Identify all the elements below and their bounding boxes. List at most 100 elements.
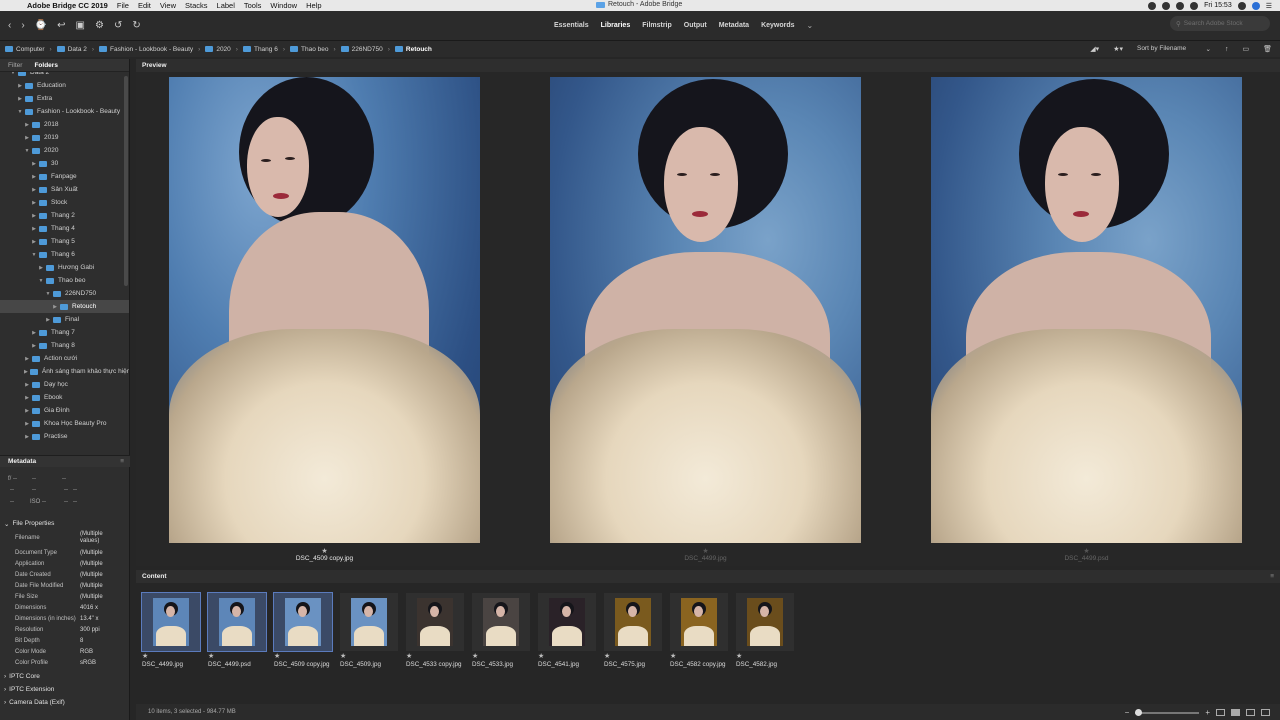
star-icon[interactable]: ★ [538,653,608,661]
folder-tree-item[interactable]: ▶ 2018 [0,118,129,131]
volume-icon[interactable] [1190,1,1199,10]
menu-item-view[interactable]: View [160,1,176,10]
zoom-in-icon[interactable]: + [1205,708,1210,717]
app-menu[interactable]: Adobe Bridge CC 2019 [27,1,108,10]
folder-tree-item[interactable]: ▶ Ebook [0,391,129,404]
chevron-right-icon[interactable]: ▶ [24,421,30,427]
boomerang-icon[interactable]: ↩ [57,20,65,31]
chevron-right-icon[interactable]: ▶ [24,382,30,388]
folder-tree-item[interactable]: ▶ Education [0,79,129,92]
folder-tree-item[interactable]: ▶ Hương Gabi [0,261,129,274]
star-icon[interactable]: ★ [604,653,674,661]
breadcrumb-item[interactable]: 226ND750 [340,46,383,53]
star-icon[interactable]: ★ [736,653,806,661]
breadcrumb-item[interactable]: Thao beo [290,46,328,53]
folder-tree-item[interactable]: ▶ Practise [0,430,129,443]
folder-tree-item[interactable]: ▼ 2020 [0,144,129,157]
content-thumbnail[interactable] [141,592,201,652]
folder-tree-item[interactable]: ▶ Retouch [0,300,129,313]
star-icon[interactable]: ★ [208,653,278,661]
chevron-right-icon[interactable]: ▶ [17,83,23,89]
workspace-tab-keywords[interactable]: Keywords [761,22,794,29]
sort-direction-icon[interactable]: ↑ [1225,46,1229,53]
chevron-right-icon[interactable]: ▶ [31,239,37,245]
bluetooth-icon[interactable] [1162,1,1171,10]
chevron-right-icon[interactable]: ▶ [24,135,30,141]
panel-menu-icon[interactable]: ≡ [1270,573,1274,580]
list-view-icon[interactable] [1261,709,1270,716]
menu-item-file[interactable]: File [117,1,129,10]
folder-tree-item[interactable]: ▶ Fanpage [0,170,129,183]
preview-image[interactable] [169,77,480,543]
chevron-right-icon[interactable]: ▶ [31,343,37,349]
star-icon[interactable]: ★ [340,653,410,661]
folder-tree-item[interactable]: ▶ Thang 5 [0,235,129,248]
workspace-tab-libraries[interactable]: Libraries [601,22,631,29]
folder-tree-item[interactable]: ▶ Thang 2 [0,209,129,222]
filter-stars-icon[interactable]: ★▾ [1113,45,1123,53]
chevron-right-icon[interactable]: ▶ [38,265,44,271]
chevron-right-icon[interactable]: ▶ [24,122,30,128]
folder-tree-item[interactable]: ▶ Stock [0,196,129,209]
chevron-down-icon[interactable]: ▼ [10,72,16,76]
breadcrumb-item[interactable]: 2020 [205,46,231,53]
control-center-icon[interactable]: ☰ [1266,2,1272,10]
panel-menu-icon[interactable]: ≡ [120,458,124,465]
back-icon[interactable]: ‹ [8,20,11,31]
clock[interactable]: Fri 15:53 [1204,2,1232,9]
preview-image[interactable] [931,77,1242,543]
thumbnail-view-icon[interactable] [1231,709,1240,716]
star-icon[interactable]: ★ [670,653,740,661]
star-icon[interactable]: ★ [550,548,861,555]
chevron-right-icon[interactable]: ▶ [31,200,37,206]
chevron-down-icon[interactable]: ▼ [45,291,51,297]
preview-image[interactable] [550,77,861,543]
menu-item-edit[interactable]: Edit [138,1,151,10]
menu-item-tools[interactable]: Tools [244,1,262,10]
camera-icon[interactable]: ▣ [76,20,85,31]
folder-tree-item[interactable]: ▶ Gia Đình [0,404,129,417]
file-properties-toggle[interactable]: ⌄ File Properties [0,518,130,529]
breadcrumb-item[interactable]: Retouch [394,46,432,53]
folder-tree-item[interactable]: ▶ 2019 [0,131,129,144]
folder-tree-item[interactable]: ▼ Data 2 [0,72,129,79]
wifi-icon[interactable] [1176,1,1185,10]
record-icon[interactable] [1148,1,1157,10]
menu-item-stacks[interactable]: Stacks [185,1,208,10]
new-folder-icon[interactable]: ▭ [1242,45,1249,53]
content-thumbnail[interactable] [472,593,530,651]
folder-tree-item[interactable]: ▶ Thang 4 [0,222,129,235]
sort-dropdown[interactable]: Sort by Filename ⌄ [1137,45,1211,53]
forward-icon[interactable]: › [21,20,24,31]
folder-tree-item[interactable]: ▶ Thang 7 [0,326,129,339]
recent-icon[interactable]: ⌚ [35,20,47,31]
menu-item-label[interactable]: Label [217,1,235,10]
star-icon[interactable]: ★ [931,548,1242,555]
content-thumbnail[interactable] [538,593,596,651]
folder-tree-item[interactable]: ▶ Thang 8 [0,339,129,352]
stock-search-input[interactable]: ⚲ Search Adobe Stock [1170,16,1270,31]
trash-icon[interactable]: 🗑 [1263,45,1272,53]
chevron-right-icon[interactable]: ▶ [31,187,37,193]
rotate-left-icon[interactable]: ↺ [114,20,122,31]
chevron-right-icon[interactable]: ▶ [24,369,28,375]
folder-tree-item[interactable]: ▶ Final [0,313,129,326]
refine-icon[interactable]: ⚙ [95,20,104,31]
content-thumbnail[interactable] [207,592,267,652]
chevron-right-icon[interactable]: ▶ [31,330,37,336]
folder-tree-item[interactable]: ▶ Dạy học [0,378,129,391]
chevron-right-icon[interactable]: ▶ [24,356,30,362]
breadcrumb-item[interactable]: Thang 6 [242,46,278,53]
star-icon[interactable]: ★ [406,653,476,661]
spotlight-icon[interactable] [1237,1,1246,10]
folder-tree-item[interactable]: ▼ 226ND750 [0,287,129,300]
chevron-right-icon[interactable]: ▶ [31,161,37,167]
metadata-section-iptc-extension[interactable]: › IPTC Extension [0,683,130,696]
thumbnail-size-slider[interactable] [1135,708,1200,716]
chevron-down-icon[interactable]: ▼ [31,252,37,258]
details-view-icon[interactable] [1246,709,1255,716]
zoom-out-icon[interactable]: − [1125,708,1130,717]
folder-tree-item[interactable]: ▼ Thao beo [0,274,129,287]
folder-tree-item[interactable]: ▶ 30 [0,157,129,170]
content-thumbnail[interactable] [604,593,662,651]
